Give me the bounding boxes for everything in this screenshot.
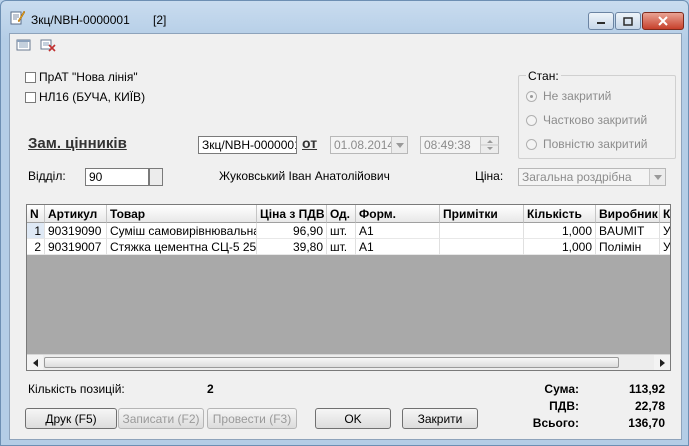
sum-label: Сума: bbox=[544, 382, 579, 396]
col-header-n[interactable]: N bbox=[27, 205, 45, 223]
window-badge: [2] bbox=[153, 13, 167, 27]
ok-button[interactable]: OK bbox=[315, 408, 391, 429]
price-type-value: Загальна роздрібна bbox=[522, 170, 632, 184]
dept-label: Відділ: bbox=[28, 169, 66, 183]
page-title: Зам. цінників bbox=[28, 135, 127, 152]
time-value: 08:49:38 bbox=[424, 138, 471, 152]
cell-article: 90319090 bbox=[45, 223, 107, 239]
date-dropdown-button[interactable] bbox=[391, 137, 407, 153]
maximize-button[interactable] bbox=[615, 12, 641, 30]
price-label: Ціна: bbox=[475, 169, 504, 183]
horizontal-scrollbar[interactable] bbox=[27, 354, 670, 370]
delete-icon[interactable] bbox=[40, 38, 56, 52]
table-row[interactable]: 1 90319090 Суміш самовирівнювальна 96,90… bbox=[27, 223, 670, 239]
cell-k: У bbox=[660, 223, 670, 239]
title-bar: Зкц/NBH-0000001 [2] bbox=[1, 1, 688, 31]
cell-notes bbox=[440, 239, 524, 255]
state-open-label: Не закритий bbox=[543, 89, 612, 103]
cell-format: А1 bbox=[356, 239, 440, 255]
count-label: Кількість позицій: bbox=[28, 382, 125, 396]
window-title: Зкц/NBH-0000001 bbox=[31, 13, 130, 27]
minimize-icon bbox=[597, 22, 605, 24]
cell-manufacturer: Полімін bbox=[596, 239, 660, 255]
cell-unit: шт. bbox=[327, 223, 356, 239]
vat-label: ПДВ: bbox=[549, 399, 579, 413]
store-label: НЛ16 (БУЧА, КИЇВ) bbox=[39, 90, 146, 104]
cell-product: Стяжка цементна СЦ-5 25к bbox=[107, 239, 257, 255]
col-header-notes[interactable]: Примітки bbox=[440, 205, 524, 223]
cell-price: 96,90 bbox=[257, 223, 327, 239]
spinner-arrows-icon bbox=[481, 140, 499, 150]
cell-format: А1 bbox=[356, 223, 440, 239]
state-closed-label: Повністю закритий bbox=[543, 137, 648, 151]
maximize-icon bbox=[623, 16, 633, 26]
cell-k: У bbox=[660, 239, 670, 255]
col-header-article[interactable]: Артикул bbox=[45, 205, 107, 223]
sum-value: 113,92 bbox=[628, 382, 665, 396]
state-radio-closed[interactable] bbox=[526, 139, 537, 150]
cell-quantity: 1,000 bbox=[524, 239, 596, 255]
arrow-right-icon bbox=[659, 358, 665, 367]
col-header-product[interactable]: Товар bbox=[107, 205, 257, 223]
minimize-button[interactable] bbox=[588, 12, 614, 30]
col-header-unit[interactable]: Од. bbox=[327, 205, 356, 223]
store-checkbox[interactable] bbox=[25, 92, 36, 103]
close-button[interactable]: Закрити bbox=[402, 408, 478, 429]
state-partial-label: Частково закритий bbox=[543, 113, 648, 127]
date-value: 01.08.2014 bbox=[334, 138, 395, 152]
chevron-down-icon bbox=[395, 142, 404, 148]
cell-notes bbox=[440, 223, 524, 239]
col-header-manufacturer[interactable]: Виробник bbox=[596, 205, 660, 223]
post-button[interactable]: Провести (F3) bbox=[207, 408, 297, 429]
count-value: 2 bbox=[207, 382, 214, 396]
state-radio-open[interactable] bbox=[526, 91, 537, 102]
app-window: Зкц/NBH-0000001 [2] ПрАТ "Нова лінія" НЛ… bbox=[0, 0, 689, 446]
dept-select-button[interactable] bbox=[149, 168, 163, 186]
chevron-down-icon bbox=[653, 174, 662, 180]
cell-manufacturer: BAUMIT bbox=[596, 223, 660, 239]
col-header-k[interactable]: К bbox=[660, 205, 670, 223]
doc-number-field[interactable]: Зкц/NBH-0000001 bbox=[198, 136, 297, 154]
form-body: ПрАТ "Нова лінія" НЛ16 (БУЧА, КИЇВ) Стан… bbox=[9, 33, 682, 440]
company-label: ПрАТ "Нова лінія" bbox=[39, 70, 138, 84]
list-icon[interactable] bbox=[16, 38, 32, 52]
time-spinner[interactable] bbox=[480, 137, 499, 153]
from-label: от bbox=[302, 135, 318, 151]
scroll-left-button[interactable] bbox=[27, 355, 43, 370]
arrow-left-icon bbox=[32, 358, 38, 367]
cell-unit: шт. bbox=[327, 239, 356, 255]
table-row[interactable]: 2 90319007 Стяжка цементна СЦ-5 25к 39,8… bbox=[27, 239, 670, 255]
cell-article: 90319007 bbox=[45, 239, 107, 255]
cell-product: Суміш самовирівнювальна bbox=[107, 223, 257, 239]
dept-field[interactable]: 90 bbox=[85, 168, 149, 186]
items-table: N Артикул Товар Ціна з ПДВ Од. Форм. При… bbox=[26, 204, 671, 371]
state-title: Стан: bbox=[526, 69, 561, 83]
scroll-right-button[interactable] bbox=[654, 355, 670, 370]
close-window-button[interactable] bbox=[642, 12, 684, 30]
print-button[interactable]: Друк (F5) bbox=[25, 408, 117, 429]
document-edit-icon bbox=[10, 10, 25, 25]
col-header-price[interactable]: Ціна з ПДВ bbox=[257, 205, 327, 223]
price-dropdown-button[interactable] bbox=[649, 169, 665, 185]
responsible-person: Жуковський Іван Анатолійович bbox=[219, 169, 390, 183]
price-type-select[interactable]: Загальна роздрібна bbox=[518, 168, 666, 186]
company-checkbox[interactable] bbox=[25, 72, 36, 83]
cell-n: 1 bbox=[27, 223, 45, 239]
close-icon bbox=[658, 16, 668, 26]
col-header-quantity[interactable]: Кількість bbox=[524, 205, 596, 223]
cell-n: 2 bbox=[27, 239, 45, 255]
total-label: Всього: bbox=[532, 416, 579, 430]
scroll-thumb[interactable] bbox=[44, 357, 619, 368]
state-radio-partial[interactable] bbox=[526, 115, 537, 126]
cell-quantity: 1,000 bbox=[524, 223, 596, 239]
vat-value: 22,78 bbox=[634, 399, 665, 413]
save-button[interactable]: Записати (F2) bbox=[118, 408, 204, 429]
col-header-format[interactable]: Форм. bbox=[356, 205, 440, 223]
cell-price: 39,80 bbox=[257, 239, 327, 255]
total-value: 136,70 bbox=[628, 416, 665, 430]
